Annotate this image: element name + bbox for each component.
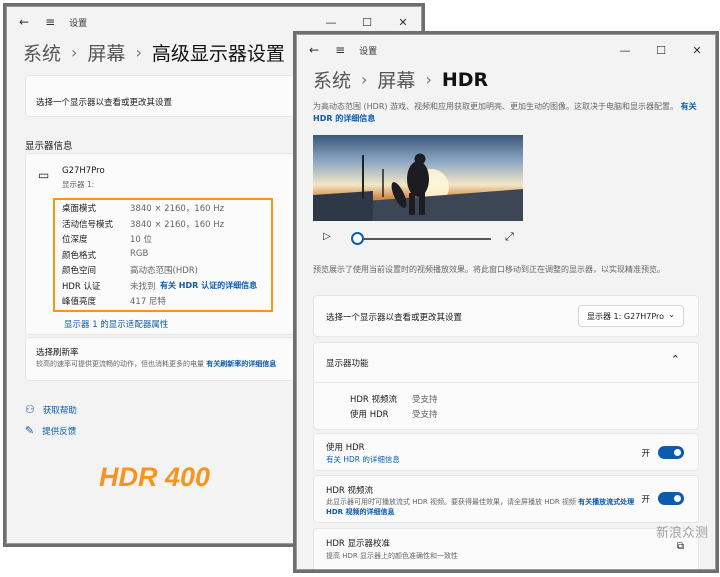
display-info-heading: 显示器信息: [25, 141, 73, 152]
hdr-preview-image: [313, 135, 523, 221]
back-arrow-icon[interactable]: ←: [19, 15, 29, 29]
maximize-icon[interactable]: ☐: [643, 44, 679, 57]
left-titlebar: ← ≡ 设置 — ☐ ✕: [7, 7, 421, 37]
capability-value: 受支持: [412, 395, 438, 405]
maximize-icon[interactable]: ☐: [349, 16, 385, 29]
hdr-stream-toggle[interactable]: [658, 492, 684, 505]
chevron-right-icon: ›: [425, 70, 432, 89]
minimize-icon[interactable]: —: [313, 16, 349, 29]
use-hdr-state: 开: [641, 449, 650, 459]
close-icon[interactable]: ✕: [679, 44, 715, 57]
window-title: 设置: [359, 46, 378, 57]
seek-thumb[interactable]: [351, 232, 364, 245]
chevron-right-icon: ›: [135, 43, 142, 62]
monitor-name: G27H7Pro: [62, 166, 105, 176]
window-controls: — ☐ ✕: [607, 44, 715, 57]
calibration-desc: 提高 HDR 显示器上的颜色准确性和一致性: [326, 552, 458, 560]
chevron-down-icon: ⌄: [668, 310, 675, 319]
capability-key: HDR 视频流: [350, 395, 398, 405]
refresh-rate-desc: 较高的速率可提供更流畅的动作，但也消耗更多的电量 有关刷新率的详细信息: [36, 360, 277, 368]
hdr-stream-desc: 此显示器可用时可播放流式 HDR 视频。要获得最佳效果，请全屏播放 HDR 视频…: [326, 498, 635, 516]
window-title: 设置: [69, 18, 88, 29]
preview-scene: [313, 153, 523, 221]
close-icon[interactable]: ✕: [385, 16, 421, 29]
use-hdr-card: 使用 HDR 有关 HDR 的详细信息 开: [313, 433, 699, 471]
chevron-right-icon: ›: [71, 43, 78, 62]
breadcrumb-display[interactable]: 屏幕: [87, 39, 125, 66]
right-titlebar: ← ≡ 设置 — ☐ ✕: [297, 35, 715, 65]
seek-bar[interactable]: [355, 238, 491, 240]
use-hdr-title: 使用 HDR: [326, 443, 365, 453]
menu-icon[interactable]: ≡: [45, 15, 55, 29]
video-controls: ▷ ⤢: [323, 230, 514, 245]
monitor-icon: ▭: [38, 168, 50, 182]
back-arrow-icon[interactable]: ←: [309, 43, 319, 57]
feedback-icon: ✎: [25, 424, 35, 437]
refresh-rate-card[interactable]: 选择刷新率 较高的速率可提供更流畅的动作，但也消耗更多的电量 有关刷新率的详细信…: [25, 337, 325, 381]
preview-note: 预览展示了使用当前设置时的视频播放效果。将此窗口移动到正在调整的显示器，以实现精…: [313, 265, 665, 274]
capabilities-title: 显示器功能: [326, 359, 369, 369]
capability-value: 受支持: [412, 410, 438, 420]
get-help-link[interactable]: ⚇ 获取帮助: [25, 403, 77, 416]
hdr-400-label: HDR 400: [99, 462, 211, 492]
hdr-stream-title: HDR 视频流: [326, 486, 374, 496]
watermark: 新浪众测: [655, 526, 708, 541]
use-hdr-toggle[interactable]: [658, 446, 684, 459]
help-icon: ⚇: [25, 403, 35, 416]
calibration-title: HDR 显示器校准: [326, 539, 391, 549]
page-title: 高级显示器设置: [151, 43, 285, 65]
adapter-properties-link[interactable]: 显示器 1 的显示适配器属性: [64, 318, 168, 330]
minimize-icon[interactable]: —: [607, 44, 643, 57]
breadcrumb-system[interactable]: 系统: [313, 66, 351, 93]
give-feedback-link[interactable]: ✎ 提供反馈: [25, 424, 76, 437]
fullscreen-icon[interactable]: ⤢: [505, 230, 514, 244]
highlight-box: [53, 198, 273, 312]
page-title: HDR: [441, 68, 489, 91]
hdr-calibration-card[interactable]: HDR 显示器校准 提高 HDR 显示器上的颜色准确性和一致性 ⧉: [313, 528, 699, 569]
hdr-stream-state: 开: [641, 495, 650, 505]
capabilities-card: 显示器功能 ⌃ HDR 视频流 受支持 使用 HDR 受支持: [313, 342, 699, 430]
select-display-label: 选择一个显示器以查看或更改其设置: [326, 313, 463, 323]
breadcrumb-display[interactable]: 屏幕: [377, 66, 415, 93]
capability-key: 使用 HDR: [350, 410, 389, 420]
right-settings-window: ← ≡ 设置 — ☐ ✕ 系统 › 屏幕 › HDR 为高动态范围 (HDR) …: [296, 34, 716, 570]
breadcrumb: 系统 › 屏幕 › 高级显示器设置: [23, 39, 285, 66]
select-display-card[interactable]: 选择一个显示器以查看或更改其设置: [25, 75, 325, 117]
breadcrumb-system[interactable]: 系统: [23, 39, 61, 66]
chevron-right-icon: ›: [361, 70, 368, 89]
chevron-up-icon: ⌃: [670, 353, 680, 366]
select-display-label: 选择一个显示器以查看或更改其设置: [36, 98, 173, 108]
external-link-icon: ⧉: [676, 541, 684, 552]
monitor-subtitle: 显示器 1:: [62, 180, 95, 189]
use-hdr-link[interactable]: 有关 HDR 的详细信息: [326, 454, 400, 465]
select-display-card: 选择一个显示器以查看或更改其设置 显示器 1: G27H7Pro ⌄: [313, 295, 699, 337]
menu-icon[interactable]: ≡: [335, 43, 345, 57]
refresh-rate-title: 选择刷新率: [36, 348, 79, 358]
window-controls: — ☐ ✕: [313, 16, 421, 29]
breadcrumb: 系统 › 屏幕 › HDR: [313, 66, 488, 93]
display-dropdown[interactable]: 显示器 1: G27H7Pro ⌄: [578, 305, 684, 327]
refresh-rate-link[interactable]: 有关刷新率的详细信息: [206, 360, 276, 368]
hdr-intro: 为高动态范围 (HDR) 游戏、视频和应用获取更加明亮、更加生动的图像。这取决于…: [313, 102, 697, 123]
capabilities-header[interactable]: 显示器功能 ⌃: [314, 343, 698, 383]
play-icon[interactable]: ▷: [323, 231, 331, 242]
hdr-stream-card: HDR 视频流 此显示器可用时可播放流式 HDR 视频。要获得最佳效果，请全屏播…: [313, 475, 699, 523]
